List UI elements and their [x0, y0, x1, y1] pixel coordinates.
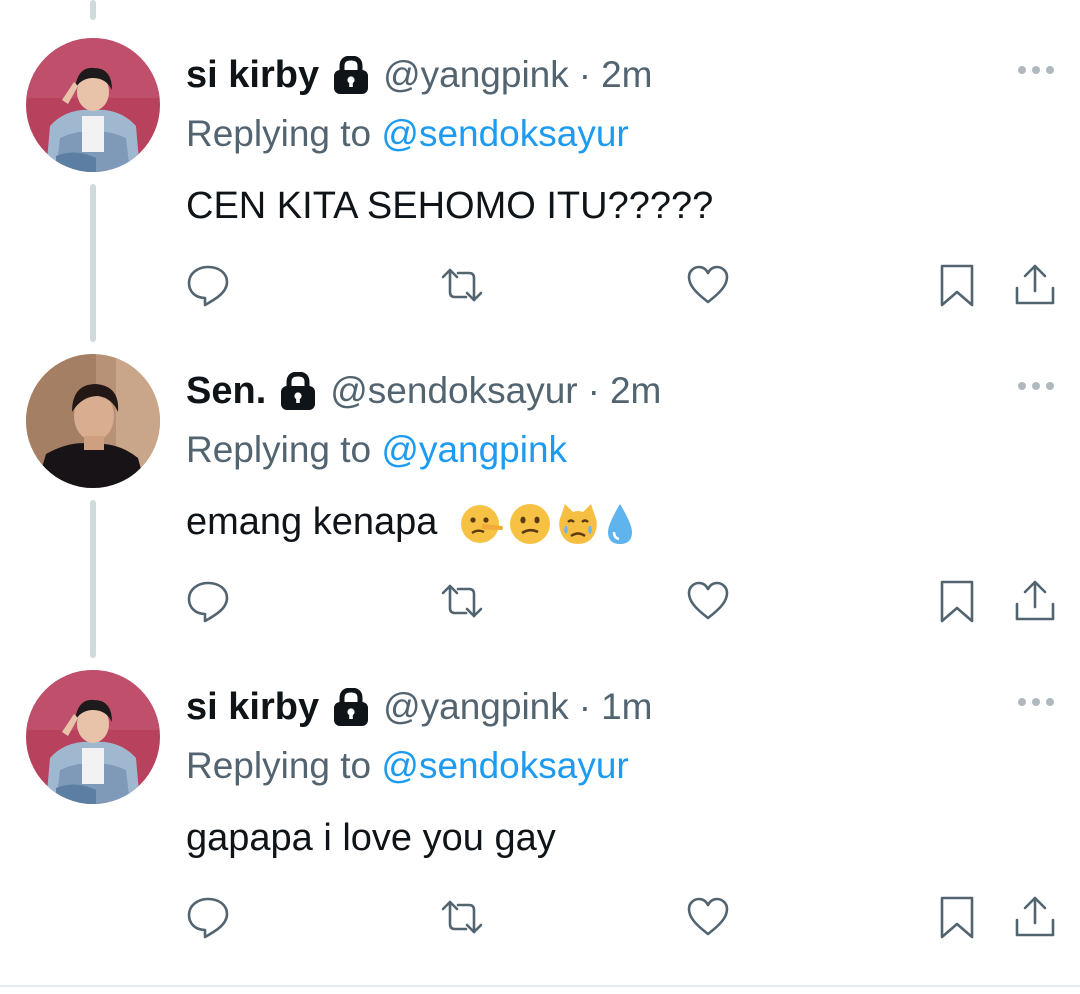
avatar[interactable] — [26, 670, 160, 804]
tweet-header: si kirby @yangpink · 1m — [186, 682, 652, 732]
like-icon — [687, 581, 729, 620]
share-icon — [1015, 896, 1055, 937]
separator-dot: · — [587, 370, 600, 411]
reply-button[interactable] — [183, 260, 233, 310]
bookmark-icon — [940, 580, 974, 623]
display-name[interactable]: si kirby — [186, 54, 319, 97]
reply-icon — [187, 581, 229, 623]
retweet-button[interactable] — [437, 892, 487, 942]
replying-to-mention[interactable]: @yangpink — [381, 429, 567, 470]
confused-face-emoji — [509, 503, 550, 544]
droplet-emoji — [607, 503, 632, 544]
retweet-button[interactable] — [437, 576, 487, 626]
like-icon — [687, 265, 729, 304]
avatar[interactable] — [26, 38, 160, 172]
avatar[interactable] — [26, 354, 160, 488]
like-button[interactable] — [683, 260, 733, 310]
replying-to: Replying to @sendoksayur — [186, 113, 629, 155]
bookmark-icon — [940, 896, 974, 939]
reply-button[interactable] — [183, 892, 233, 942]
bookmark-button[interactable] — [932, 576, 982, 626]
display-name[interactable]: si kirby — [186, 686, 319, 729]
reply-icon — [187, 897, 229, 939]
lying-face-emoji — [460, 504, 503, 543]
share-button[interactable] — [1010, 892, 1060, 942]
timestamp[interactable]: 1m — [601, 686, 652, 728]
retweet-icon — [441, 268, 483, 302]
more-icon[interactable] — [1018, 382, 1054, 390]
replying-to-label: Replying to — [186, 113, 372, 154]
like-button[interactable] — [683, 576, 733, 626]
bookmark-button[interactable] — [932, 892, 982, 942]
replying-to-mention[interactable]: @sendoksayur — [381, 113, 628, 154]
tweet-text: emang kenapa — [186, 501, 636, 546]
retweet-button[interactable] — [437, 260, 487, 310]
share-icon — [1015, 264, 1055, 305]
retweet-icon — [441, 584, 483, 618]
tweet-actions — [0, 892, 1080, 952]
handle[interactable]: @yangpink — [383, 54, 569, 96]
tweet-text-content: emang kenapa — [186, 501, 438, 543]
lock-icon — [280, 371, 316, 410]
replying-to-label: Replying to — [186, 745, 372, 786]
replying-to-label: Replying to — [186, 429, 372, 470]
display-name[interactable]: Sen. — [186, 370, 266, 413]
share-button[interactable] — [1010, 260, 1060, 310]
like-button[interactable] — [683, 892, 733, 942]
more-icon[interactable] — [1018, 698, 1054, 706]
bookmark-button[interactable] — [932, 260, 982, 310]
replying-to-mention[interactable]: @sendoksayur — [381, 745, 628, 786]
retweet-icon — [441, 900, 483, 934]
lock-icon — [333, 687, 369, 726]
separator-dot: · — [578, 54, 592, 95]
share-icon — [1015, 580, 1055, 621]
reply-button[interactable] — [183, 576, 233, 626]
emoji-group — [460, 502, 636, 546]
like-icon — [687, 897, 729, 936]
tweet-actions — [0, 260, 1080, 320]
bookmark-icon — [940, 264, 974, 307]
divider — [0, 985, 1080, 987]
separator-dot: · — [578, 686, 592, 727]
share-button[interactable] — [1010, 576, 1060, 626]
tweet-text: gapapa i love you gay — [186, 817, 556, 859]
crying-cat-emoji — [559, 503, 597, 544]
more-icon[interactable] — [1018, 66, 1054, 74]
reply-icon — [187, 265, 229, 307]
thread-line-top — [90, 0, 96, 20]
timestamp[interactable]: 2m — [610, 370, 661, 412]
tweet-header: si kirby @yangpink · 2m — [186, 50, 652, 100]
replying-to: Replying to @sendoksayur — [186, 745, 629, 787]
handle[interactable]: @sendoksayur — [330, 370, 577, 412]
handle[interactable]: @yangpink — [383, 686, 569, 728]
replying-to: Replying to @yangpink — [186, 429, 567, 471]
tweet-actions — [0, 576, 1080, 636]
tweet-text: CEN KITA SEHOMO ITU????? — [186, 185, 714, 227]
lock-icon — [333, 55, 369, 94]
tweet-header: Sen. @sendoksayur · 2m — [186, 366, 661, 416]
timestamp[interactable]: 2m — [601, 54, 652, 96]
